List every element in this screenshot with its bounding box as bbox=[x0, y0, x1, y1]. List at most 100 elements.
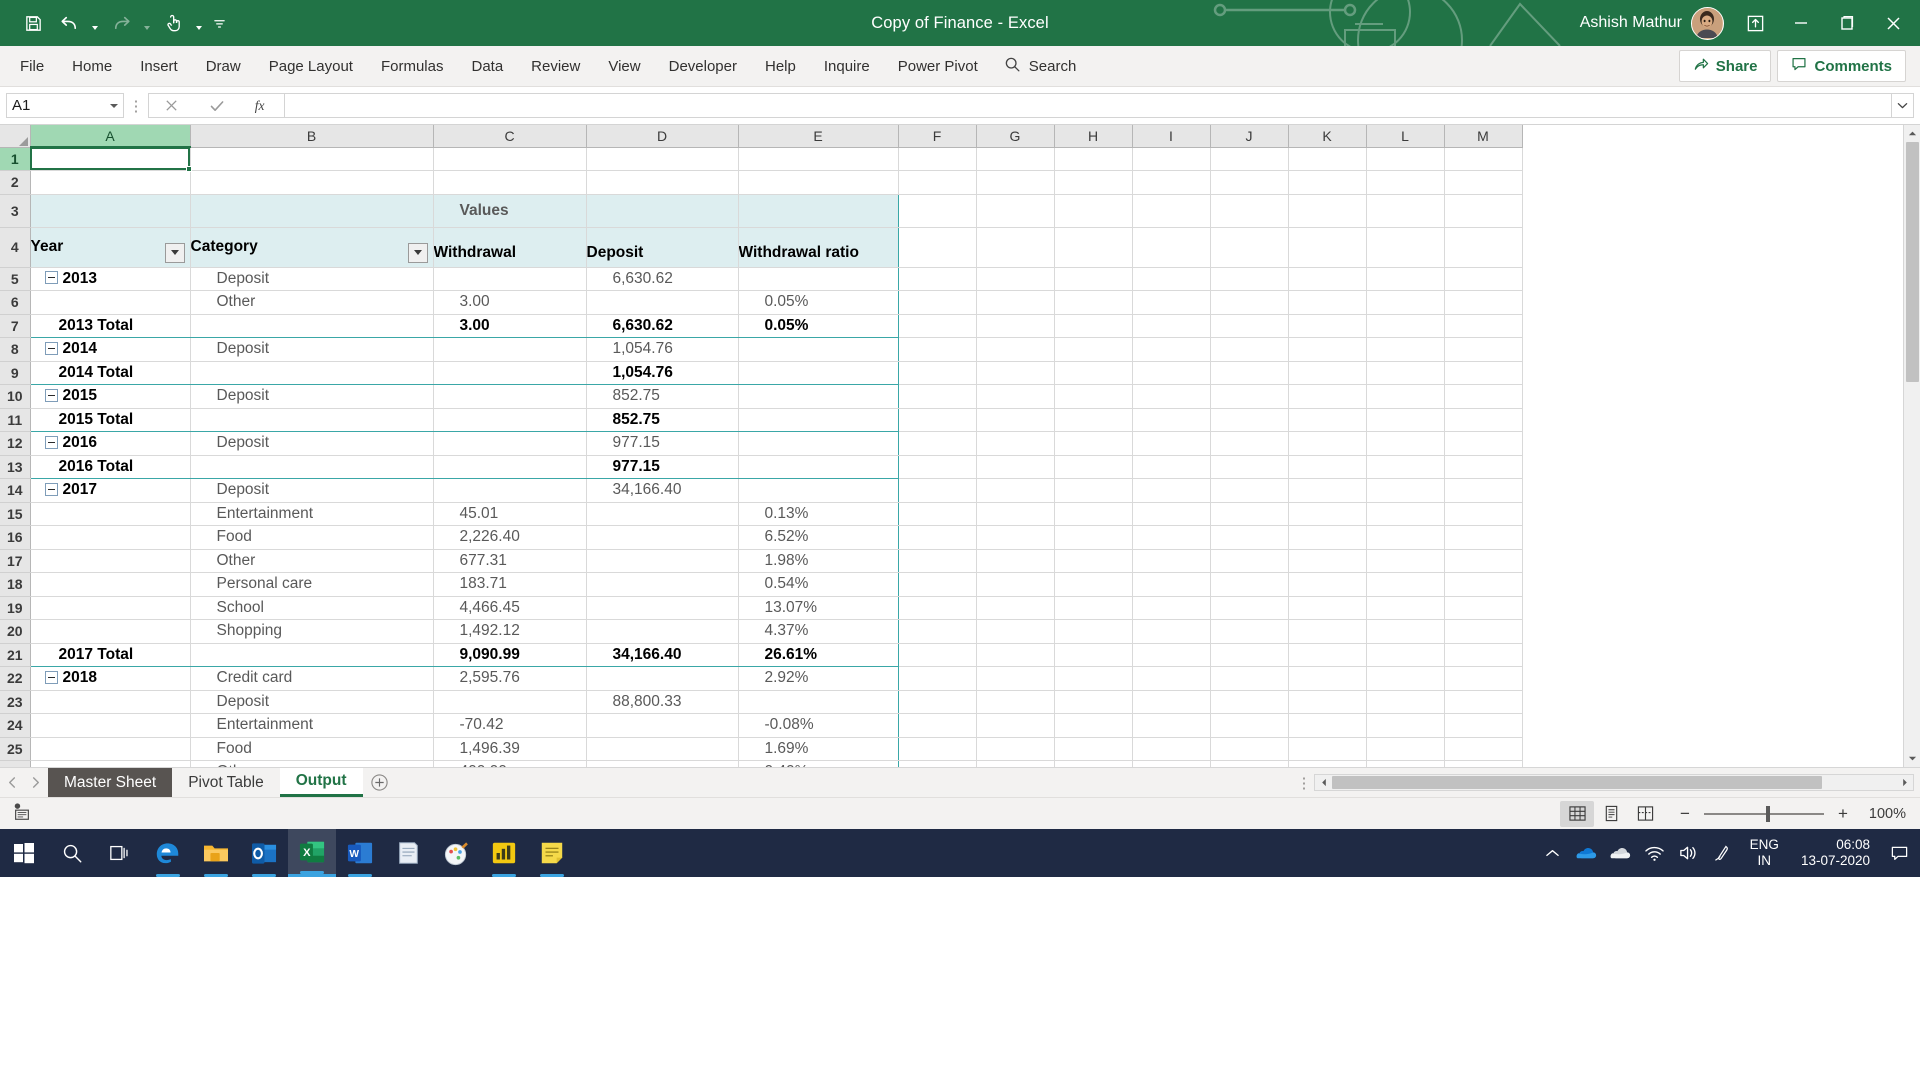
cell-L24[interactable] bbox=[1366, 713, 1445, 738]
cell-J9[interactable] bbox=[1210, 361, 1289, 385]
cell-D5[interactable]: 6,630.62 bbox=[586, 266, 739, 291]
name-box-dropdown-icon[interactable] bbox=[110, 103, 118, 108]
cell-E25[interactable]: 1.69% bbox=[738, 737, 899, 761]
cell-G7[interactable] bbox=[976, 314, 1055, 338]
collapse-button-2015[interactable] bbox=[44, 388, 58, 402]
cell-E14[interactable] bbox=[738, 478, 899, 503]
cell-G11[interactable] bbox=[976, 408, 1055, 432]
cell-G13[interactable] bbox=[976, 455, 1055, 479]
cell-B2[interactable] bbox=[190, 170, 434, 195]
cell-J7[interactable] bbox=[1210, 314, 1289, 338]
row-header-18[interactable]: 18 bbox=[0, 572, 31, 597]
cell-F11[interactable] bbox=[898, 408, 977, 432]
cell-B14[interactable]: Deposit bbox=[190, 478, 434, 503]
touch-mode-dropdown-caret-icon[interactable] bbox=[192, 7, 206, 39]
cell-L4[interactable] bbox=[1366, 227, 1445, 268]
chevron-up-icon[interactable] bbox=[1536, 829, 1570, 877]
cell-I18[interactable] bbox=[1132, 572, 1211, 597]
row-header-21[interactable]: 21 bbox=[0, 643, 31, 667]
cell-K3[interactable] bbox=[1288, 194, 1367, 228]
collapse-button-2016[interactable] bbox=[44, 435, 58, 449]
cell-D23[interactable]: 88,800.33 bbox=[586, 690, 739, 714]
next-sheet-icon[interactable] bbox=[29, 776, 42, 789]
cell-C4[interactable]: Withdrawal bbox=[433, 227, 587, 268]
cell-E2[interactable] bbox=[738, 170, 899, 195]
collapse-button-2018[interactable] bbox=[44, 670, 58, 684]
cell-B1[interactable] bbox=[190, 147, 434, 171]
cell-L11[interactable] bbox=[1366, 408, 1445, 432]
column-header-G[interactable]: G bbox=[976, 125, 1055, 148]
cell-A22[interactable]: 2018 bbox=[30, 666, 191, 691]
cell-E22[interactable]: 2.92% bbox=[738, 666, 899, 691]
cell-E6[interactable]: 0.05% bbox=[738, 290, 899, 315]
share-button[interactable]: Share bbox=[1678, 50, 1772, 82]
clock[interactable]: 06:08 13-07-2020 bbox=[1789, 829, 1882, 877]
cell-M8[interactable] bbox=[1444, 337, 1523, 362]
ribbon-tab-home[interactable]: Home bbox=[58, 46, 126, 87]
cell-K11[interactable] bbox=[1288, 408, 1367, 432]
sheet-tab-master-sheet[interactable]: Master Sheet bbox=[48, 768, 173, 797]
cell-F17[interactable] bbox=[898, 549, 977, 573]
row-header-20[interactable]: 20 bbox=[0, 619, 31, 644]
cell-C11[interactable] bbox=[433, 407, 587, 432]
cell-H19[interactable] bbox=[1054, 596, 1133, 620]
cell-B21[interactable] bbox=[190, 642, 434, 667]
row-header-11[interactable]: 11 bbox=[0, 408, 31, 432]
cell-L10[interactable] bbox=[1366, 384, 1445, 409]
cell-I23[interactable] bbox=[1132, 690, 1211, 714]
cell-K5[interactable] bbox=[1288, 267, 1367, 291]
cell-M7[interactable] bbox=[1444, 314, 1523, 338]
cell-C17[interactable]: 677.31 bbox=[433, 549, 587, 573]
cell-H14[interactable] bbox=[1054, 478, 1133, 503]
cell-L23[interactable] bbox=[1366, 690, 1445, 714]
ribbon-tab-file[interactable]: File bbox=[6, 46, 58, 87]
wifi-icon[interactable] bbox=[1638, 829, 1672, 877]
cell-J26[interactable] bbox=[1210, 760, 1289, 767]
cell-A3[interactable] bbox=[30, 194, 191, 228]
cell-H17[interactable] bbox=[1054, 549, 1133, 573]
cell-G16[interactable] bbox=[976, 525, 1055, 550]
cell-F9[interactable] bbox=[898, 361, 977, 385]
powerbi-icon[interactable] bbox=[480, 829, 528, 877]
cell-D21[interactable]: 34,166.40 bbox=[586, 642, 739, 667]
ribbon-tab-page-layout[interactable]: Page Layout bbox=[255, 46, 367, 87]
cell-L14[interactable] bbox=[1366, 478, 1445, 503]
cell-A12[interactable]: 2016 bbox=[30, 431, 191, 456]
cell-B20[interactable]: Shopping bbox=[190, 619, 434, 644]
cell-G19[interactable] bbox=[976, 596, 1055, 620]
cell-G25[interactable] bbox=[976, 737, 1055, 761]
cell-K12[interactable] bbox=[1288, 431, 1367, 456]
row-header-24[interactable]: 24 bbox=[0, 713, 31, 738]
cell-K15[interactable] bbox=[1288, 502, 1367, 526]
cell-B5[interactable]: Deposit bbox=[190, 266, 434, 291]
cell-F3[interactable] bbox=[898, 194, 977, 228]
cell-K26[interactable] bbox=[1288, 760, 1367, 767]
cell-K20[interactable] bbox=[1288, 619, 1367, 644]
cell-J21[interactable] bbox=[1210, 643, 1289, 667]
scroll-up-arrow[interactable] bbox=[1903, 125, 1920, 142]
cell-B6[interactable]: Other bbox=[190, 290, 434, 315]
cell-G6[interactable] bbox=[976, 290, 1055, 315]
cell-H26[interactable] bbox=[1054, 760, 1133, 767]
row-header-10[interactable]: 10 bbox=[0, 384, 31, 409]
cell-L1[interactable] bbox=[1366, 147, 1445, 171]
cell-I12[interactable] bbox=[1132, 431, 1211, 456]
action-center-icon[interactable] bbox=[1882, 829, 1916, 877]
cell-M2[interactable] bbox=[1444, 170, 1523, 195]
cell-C9[interactable] bbox=[433, 360, 587, 385]
cell-K23[interactable] bbox=[1288, 690, 1367, 714]
cell-G4[interactable] bbox=[976, 227, 1055, 268]
cell-D16[interactable] bbox=[586, 525, 739, 550]
cell-F24[interactable] bbox=[898, 713, 977, 738]
cell-A2[interactable] bbox=[30, 170, 191, 195]
cell-C23[interactable] bbox=[433, 690, 587, 714]
cell-D9[interactable]: 1,054.76 bbox=[586, 360, 739, 385]
cell-J24[interactable] bbox=[1210, 713, 1289, 738]
cell-H6[interactable] bbox=[1054, 290, 1133, 315]
cell-G5[interactable] bbox=[976, 267, 1055, 291]
cell-A21[interactable]: 2017 Total bbox=[30, 642, 191, 667]
edge-icon[interactable] bbox=[144, 829, 192, 877]
cell-B7[interactable] bbox=[190, 313, 434, 338]
cell-B17[interactable]: Other bbox=[190, 549, 434, 573]
cell-B10[interactable]: Deposit bbox=[190, 384, 434, 409]
